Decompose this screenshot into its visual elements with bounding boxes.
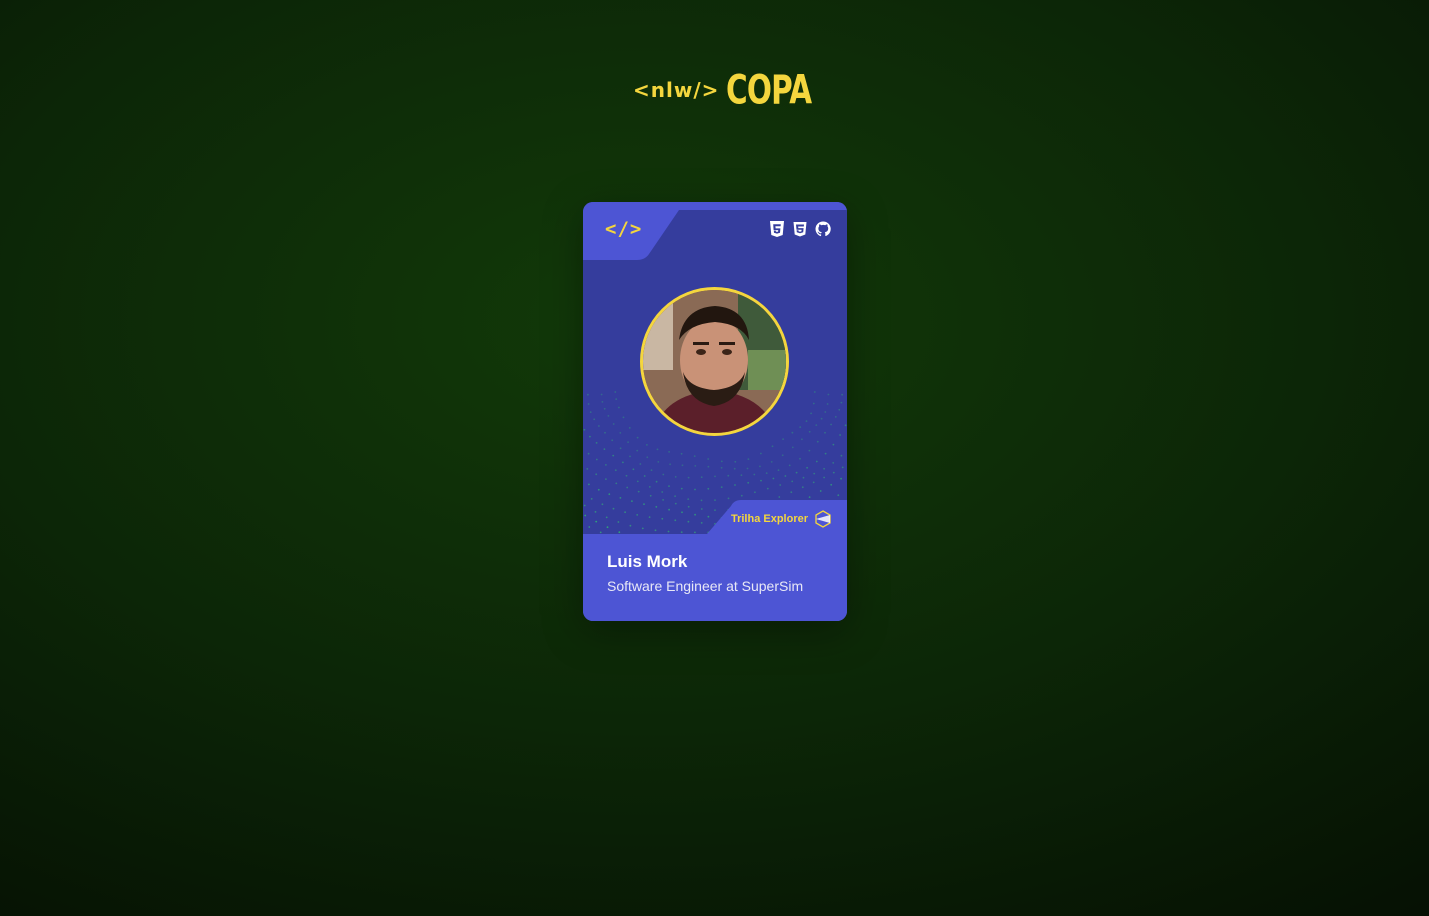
html5-icon <box>769 221 785 237</box>
track-label: Trilha Explorer <box>730 513 808 525</box>
github-icon <box>815 221 831 237</box>
tech-icons <box>769 221 831 237</box>
nlw-copa-logo: <nlw/> COPA <box>633 67 830 113</box>
profile-name: Luis Mork <box>607 552 688 571</box>
profile-card: </> Trilha Explorer Luis Mork Software E… <box>583 202 847 621</box>
css3-icon <box>792 221 808 237</box>
avatar <box>640 287 789 436</box>
card-header-area: </> Trilha Explorer <box>583 202 847 534</box>
card-info: Luis Mork Software Engineer at SuperSim <box>583 534 847 621</box>
profile-role: Software Engineer at SuperSim <box>607 578 804 594</box>
code-icon: </> <box>605 218 643 240</box>
logo-copa-text: COPA <box>726 67 812 113</box>
explorer-logo-icon <box>814 510 832 528</box>
logo-nlw-text: <nlw/> <box>633 78 720 102</box>
